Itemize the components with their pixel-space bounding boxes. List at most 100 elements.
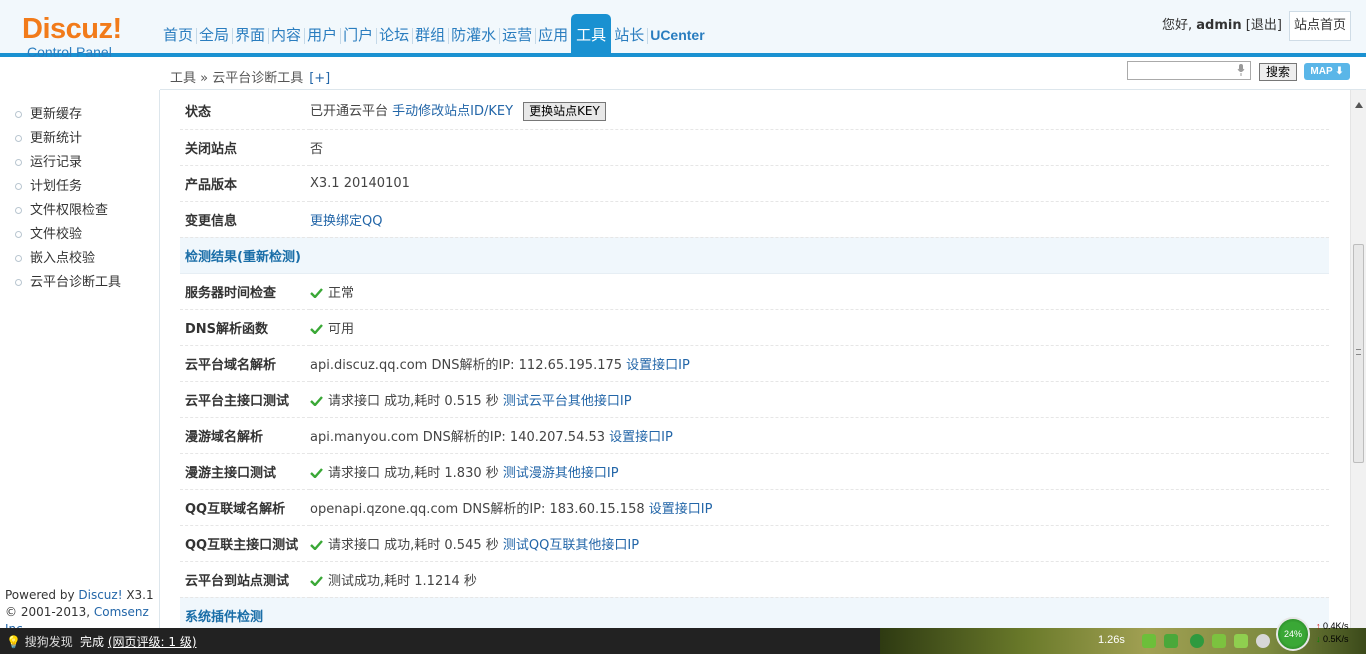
sidebar-item-label: 云平台诊断工具 [30, 275, 122, 290]
row-value: 正常 [328, 285, 355, 301]
site-home-button[interactable]: 站点首页 [1289, 11, 1351, 41]
nav-operation[interactable]: 运营 [499, 14, 535, 53]
sidebar-item-run-log[interactable]: 运行记录 [0, 151, 159, 175]
breadcrumb-path: 工具 » 云平台诊断工具 [170, 71, 304, 86]
search-button[interactable]: 搜索 [1259, 63, 1297, 81]
sidebar-item-update-stats[interactable]: 更新统计 [0, 127, 159, 151]
greeting-text: 您好, [1162, 18, 1193, 33]
scroll-thumb[interactable] [1353, 244, 1364, 463]
map-button[interactable]: MAP ⬇ [1304, 63, 1350, 80]
sidebar-item-file-perms[interactable]: 文件权限检查 [0, 199, 159, 223]
table-row: 关闭站点 否 [180, 129, 1329, 166]
download-icon[interactable] [1164, 634, 1178, 648]
add-shortcut-link[interactable]: [+] [309, 71, 330, 86]
logout-link[interactable]: [退出] [1246, 18, 1282, 33]
nav-tools[interactable]: 工具 [571, 14, 612, 53]
section-header: 系统插件检测 [180, 597, 1329, 628]
table-row: 云平台域名解析 api.discuz.qq.com DNS解析的IP: 112.… [180, 345, 1329, 382]
table-row: 服务器时间检查 正常 [180, 273, 1329, 310]
network-meter[interactable]: 24% [1276, 617, 1310, 651]
check-icon [310, 395, 323, 406]
plugin-check-heading: 系统插件检测 [180, 597, 1329, 628]
row-value: openapi.qzone.qq.com DNS解析的IP: 183.60.15… [310, 501, 645, 517]
nav-ucenter[interactable]: UCenter [647, 14, 707, 53]
minus-icon[interactable] [1256, 634, 1270, 648]
page-rating-link[interactable]: (网页评级: 1 级) [108, 635, 197, 649]
set-api-ip-link[interactable]: 设置接口IP [626, 358, 690, 373]
plus-icon[interactable] [1212, 634, 1226, 648]
change-site-key-button[interactable]: 更换站点KEY [523, 102, 606, 122]
test-cloud-ip-link[interactable]: 测试云平台其他接口IP [503, 394, 632, 409]
row-value: 请求接口 成功,耗时 1.830 秒 [328, 465, 499, 481]
download-speed: 0.5K/s [1323, 634, 1349, 644]
discuz-link[interactable]: Discuz! [78, 588, 122, 602]
test-qq-ip-link[interactable]: 测试QQ互联其他接口IP [503, 538, 639, 553]
table-row: 状态 已开通云平台 手动修改站点ID/KEY 更换站点KEY [180, 93, 1329, 130]
row-label: 云平台主接口测试 [180, 381, 310, 418]
microphone-icon[interactable] [1237, 64, 1245, 76]
refresh-icon[interactable] [1190, 634, 1204, 648]
search-input[interactable] [1127, 61, 1251, 80]
nav-user[interactable]: 用户 [304, 14, 340, 53]
nav-global[interactable]: 全局 [196, 14, 232, 53]
row-label: 状态 [180, 93, 310, 130]
browser-statusbar: 💡 搜狗发现 完成 (网页评级: 1 级) [0, 628, 1366, 654]
sidebar-item-cloud-diag[interactable]: 云平台诊断工具 [0, 271, 159, 295]
upload-speed: 0.4K/s [1323, 621, 1349, 631]
sidebar-menu: 更新缓存 更新统计 运行记录 计划任务 文件权限检查 文件校验 嵌入点校验 云平… [0, 103, 159, 295]
nav-portal[interactable]: 门户 [340, 14, 376, 53]
sogou-discover[interactable]: 💡 搜狗发现 [6, 633, 73, 650]
breadcrumb: 工具 » 云平台诊断工具 [+] [170, 67, 330, 86]
nav-home[interactable]: 首页 [160, 14, 196, 53]
bullet-icon [15, 255, 22, 262]
table-row: QQ互联域名解析 openapi.qzone.qq.com DNS解析的IP: … [180, 489, 1329, 526]
row-label: 云平台域名解析 [180, 345, 310, 382]
table-row: QQ互联主接口测试 请求接口 成功,耗时 0.545 秒 测试QQ互联其他接口I… [180, 525, 1329, 562]
nav-antispam[interactable]: 防灌水 [448, 14, 499, 53]
check-icon [310, 287, 323, 298]
top-nav: 首页 全局 界面 内容 用户 门户 论坛 群组 防灌水 运营 应用 工具 站长 … [160, 14, 708, 53]
edit-site-id-link[interactable]: 手动修改站点ID/KEY [392, 104, 513, 119]
set-api-ip-link[interactable]: 设置接口IP [649, 502, 713, 517]
row-value: 可用 [328, 321, 355, 337]
logo-brand: Discuz [22, 13, 113, 45]
rebind-qq-link[interactable]: 更换绑定QQ [310, 214, 382, 229]
set-api-ip-link[interactable]: 设置接口IP [609, 430, 673, 445]
sidebar-item-cron[interactable]: 计划任务 [0, 175, 159, 199]
sidebar-item-label: 计划任务 [30, 179, 83, 194]
nav-group[interactable]: 群组 [412, 14, 448, 53]
status-text: 已开通云平台 [310, 104, 389, 120]
check-icon [310, 467, 323, 478]
row-value: 否 [310, 129, 1329, 166]
nav-content[interactable]: 内容 [268, 14, 304, 53]
vertical-scrollbar[interactable] [1350, 90, 1366, 628]
load-time: 1.26s [1098, 634, 1125, 646]
row-value: 请求接口 成功,耗时 0.545 秒 [328, 537, 499, 553]
status-done: 完成 [80, 635, 105, 649]
bullet-icon [15, 231, 22, 238]
sidebar-item-hook-check[interactable]: 嵌入点校验 [0, 247, 159, 271]
discuz-logo[interactable]: Discuz! Control Panel [22, 14, 132, 64]
row-label: 云平台到站点测试 [180, 561, 310, 598]
row-label: 产品版本 [180, 165, 310, 202]
sidebar-item-update-cache[interactable]: 更新缓存 [0, 103, 159, 127]
sidebar-item-label: 文件权限检查 [30, 203, 109, 218]
leaf-icon[interactable] [1142, 634, 1156, 648]
nav-forum[interactable]: 论坛 [376, 14, 412, 53]
bullet-icon [15, 135, 22, 142]
nav-founder[interactable]: 站长 [611, 14, 647, 53]
logo-subtitle: Control Panel [27, 44, 112, 60]
scroll-up-arrow-icon[interactable] [1355, 102, 1363, 108]
detect-results-heading[interactable]: 检测结果(重新检测) [180, 237, 1329, 274]
folder-icon[interactable] [1234, 634, 1248, 648]
row-label: 关闭站点 [180, 129, 310, 166]
test-manyou-ip-link[interactable]: 测试漫游其他接口IP [503, 466, 619, 481]
bullet-icon [15, 111, 22, 118]
check-icon [310, 575, 323, 586]
row-value: X3.1 20140101 [310, 165, 1329, 202]
nav-style[interactable]: 界面 [232, 14, 268, 53]
logo-bang: ! [112, 13, 122, 45]
nav-apps[interactable]: 应用 [535, 14, 571, 53]
sidebar-item-file-check[interactable]: 文件校验 [0, 223, 159, 247]
row-value: 请求接口 成功,耗时 0.515 秒 [328, 393, 499, 409]
